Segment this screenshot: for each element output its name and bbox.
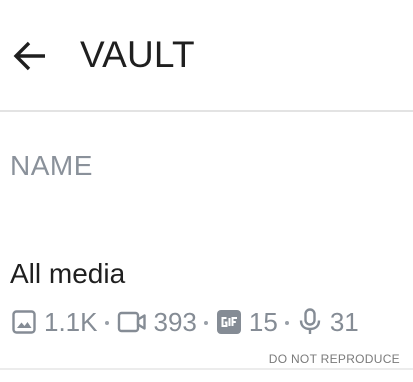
stat-videos-count: 393 <box>153 306 197 337</box>
top-app-bar: VAULT <box>0 0 413 112</box>
media-stats: 1.1K 393 15 31 <box>11 304 359 340</box>
stat-audio: 31 <box>297 307 359 338</box>
divider <box>0 368 413 370</box>
section-header-name: NAME <box>10 150 93 181</box>
arrow-left-icon <box>13 41 45 71</box>
list-item-title: All media <box>10 258 126 289</box>
back-button[interactable] <box>6 30 54 82</box>
page-title: VAULT <box>80 34 195 75</box>
gif-icon <box>216 310 241 334</box>
separator-dot <box>284 321 289 325</box>
microphone-icon <box>299 308 321 334</box>
image-icon <box>12 310 36 334</box>
list-item-all-media[interactable]: All media 1.1K 393 15 31 <box>0 240 413 348</box>
stat-gifs-count: 15 <box>248 306 278 337</box>
separator-dot <box>104 321 109 325</box>
separator-dot <box>203 321 208 325</box>
stat-videos: 393 <box>117 307 197 338</box>
stat-gifs: 15 <box>216 307 278 338</box>
watermark-text: DO NOT REPRODUCE <box>268 352 400 366</box>
video-icon <box>117 311 146 333</box>
stat-images-count: 1.1K <box>44 306 98 337</box>
stat-audio-count: 31 <box>329 306 359 337</box>
stat-images: 1.1K <box>11 307 98 338</box>
